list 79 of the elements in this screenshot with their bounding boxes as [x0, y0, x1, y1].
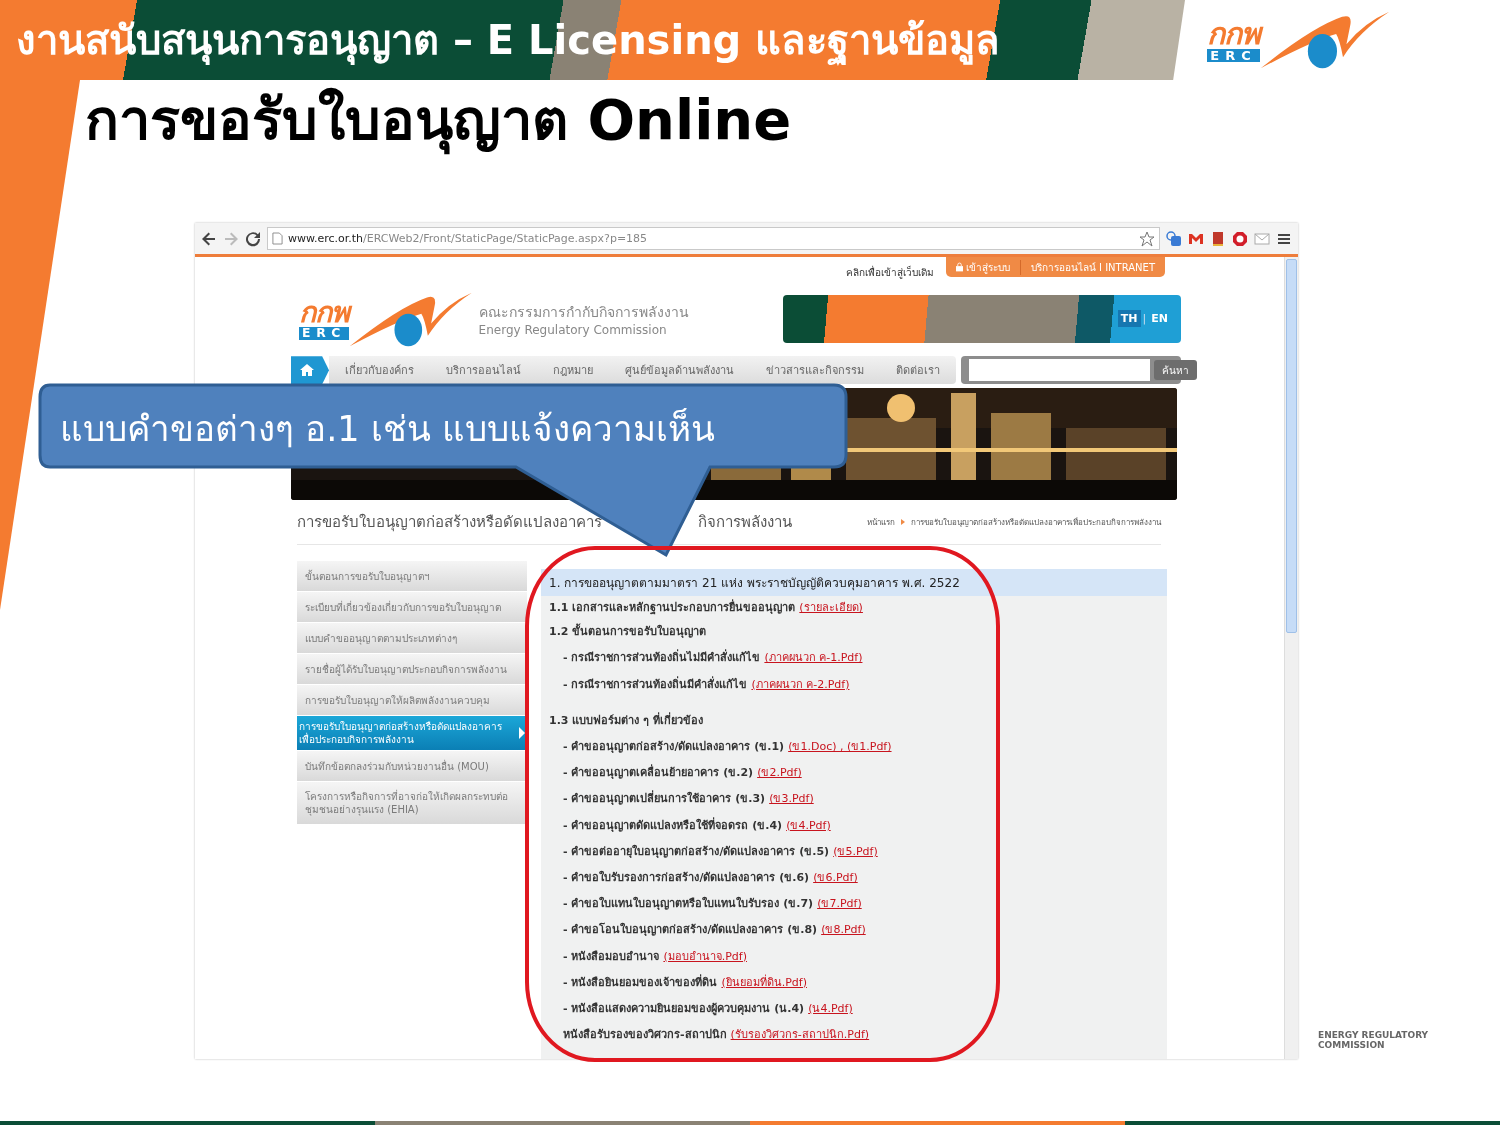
subheading: 1.1 เอกสารและหลักฐานประกอบการยื่นขออนุญาต [549, 598, 796, 617]
form-item-text: - หนังสือยินยอมของเจ้าของที่ดิน [563, 973, 718, 991]
nav-item[interactable]: กฎหมาย [537, 361, 609, 380]
form-item-text: - คำขออนุญาตดัดแปลงหรือใช้ที่จอดรถ (ข.4) [563, 816, 783, 834]
search-button[interactable]: ค้นหา [1154, 360, 1197, 381]
url-text: www.erc.or.th/ERCWeb2/Front/StaticPage/StaticPage.aspx?p=185 [288, 232, 648, 246]
download-link[interactable]: (ภาคผนวก ค-1.Pdf) [764, 648, 863, 667]
slide-title: การขอรับใบอนุญาต Online [85, 86, 792, 154]
section-header: 1. การขออนุญาตตามมาตรา 21 แห่ง พระราชบัญญัติควบคุมอาคาร พ.ศ. 2522 [541, 569, 1167, 597]
erc-logo: กกพ ERC [1207, 10, 1390, 70]
back-icon[interactable] [201, 230, 217, 247]
download-link[interactable]: (ข2.Pdf) [757, 763, 802, 782]
home-button[interactable] [291, 356, 329, 385]
form-item-text: - คำขอใบรับรองการก่อสร้าง/ดัดแปลงอาคาร (ข.6) [563, 869, 810, 886]
scroll-thumb[interactable] [1286, 259, 1297, 634]
language-option[interactable]: TH [1117, 310, 1141, 328]
form-item-text: - คำขออนุญาตเคลื่อนย้ายอาคาร (ข.2) [563, 763, 754, 782]
form-item-text: - คำขอโอนใบอนุญาตก่อสร้าง/ดัดแปลงอาคาร (ข.8) [563, 921, 818, 939]
nav-item[interactable]: ติดต่อเรา [880, 361, 956, 380]
language-option[interactable]: EN [1148, 310, 1171, 328]
download-link[interactable]: (ข4.Pdf) [786, 815, 831, 834]
form-item-text: - คำขอต่ออายุใบอนุญาตก่อสร้าง/ดัดแปลงอาคาร (ข.5) [563, 843, 830, 860]
side-menu-item[interactable]: โครงการหรือกิจการที่อาจก่อให้เกิดผลกระทบต่อชุมชนอย่างรุนแรง (EHIA) [297, 782, 527, 825]
stop-sign-icon[interactable] [1232, 230, 1248, 247]
side-menu-item[interactable]: บันทึกข้อตกลงร่วมกับหน่วยงานอื่น (MOU) [297, 751, 527, 782]
page-heading: กิจการพลังงาน [698, 512, 792, 534]
address-bar[interactable]: www.erc.or.th/ERCWeb2/Front/StaticPage/StaticPage.aspx?p=185 [267, 227, 1160, 251]
nav-item[interactable]: ศูนย์ข้อมูลด้านพลังงาน [609, 361, 750, 380]
breadcrumb-link[interactable]: การขอรับใบอนุญาตก่อสร้างหรือดัดแปลงอาคารเพื่อประกอบกิจการพลังงาน [911, 515, 1161, 529]
side-menu-item[interactable]: ขั้นตอนการขอรับใบอนุญาตฯ [297, 561, 527, 592]
side-menu-item[interactable]: แบบคำขออนุญาตตามประเภทต่างๆ [297, 623, 527, 654]
arrow-icon [519, 727, 525, 740]
download-link[interactable]: (ข7.Pdf) [817, 894, 862, 913]
download-link[interactable]: (ภาคผนวก ค-2.Pdf) [751, 674, 850, 693]
form-item-text: - คำขออนุญาตเปลี่ยนการใช้อาคาร (ข.3) [563, 789, 766, 808]
breadcrumb-separator-icon [901, 519, 905, 526]
download-link[interactable]: (ยินยอมที่ดิน.Pdf) [721, 972, 807, 991]
book-icon[interactable] [1210, 230, 1226, 247]
org-name-english: Energy Regulatory Commission [478, 323, 668, 338]
download-link[interactable]: (ข1.Doc) , (ข1.Pdf) [788, 737, 892, 756]
download-link[interactable]: (รายละเอียด) [799, 598, 863, 617]
form-item-text: - คำขออนุญาตก่อสร้าง/ดัดแปลงอาคาร (ข.1) [563, 739, 785, 756]
download-link[interactable]: (ข6.Pdf) [813, 867, 858, 886]
breadcrumb-link[interactable]: หน้าแรก [867, 515, 895, 529]
org-name: คณะกรรมการกำกับกิจการพลังงาน [478, 303, 689, 323]
form-item-text: - กรณีราชการส่วนท้องถิ่นมีคำสั่งแก้ไข [563, 675, 748, 693]
form-item-text: - หนังสือมอบอำนาจ [563, 948, 660, 965]
reload-icon[interactable] [245, 230, 261, 247]
download-link[interactable]: (ข5.Pdf) [833, 841, 878, 860]
download-link[interactable]: (รับรองวิศวกร-สถาปนิก.Pdf) [730, 1025, 870, 1044]
home-icon [300, 364, 314, 377]
download-link[interactable]: (มอบอำนาจ.Pdf) [663, 946, 747, 965]
nav-item[interactable]: ข่าวสารและกิจกรรม [750, 361, 880, 380]
page-icon [272, 232, 283, 246]
form-item-text: - คำขอใบแทนใบอนุญาตหรือใบแทนใบรับรอง (ข.7) [563, 895, 814, 913]
subheading: 1.3 แบบฟอร์มต่าง ๆ ที่เกี่ยวข้อง [549, 711, 703, 729]
download-link[interactable]: (ข3.Pdf) [769, 789, 814, 808]
side-menu-item[interactable]: การขอรับใบอนุญาตให้ผลิตพลังงานควบคุม [297, 685, 527, 716]
separator-text: | [1142, 312, 1147, 326]
download-link[interactable]: (ข8.Pdf) [821, 920, 866, 939]
form-item-text: หนังสือรับรองของวิศวกร-สถาปนิก [563, 1027, 727, 1044]
nav-item[interactable]: บริการออนไลน์ [430, 361, 537, 380]
side-menu-item[interactable]: ระเบียบที่เกี่ยวข้องเกี่ยวกับการขอรับใบอนุญาต [297, 592, 527, 623]
form-item-text: - กรณีราชการส่วนท้องถิ่นไม่มีคำสั่งแก้ไข [563, 648, 761, 667]
side-menu-item[interactable]: รายชื่อผู้ได้รับใบอนุญาตประกอบกิจการพลังงาน [297, 654, 527, 685]
form-item-text: - หนังสือแสดงความยินยอมของผู้ควบคุมงาน (น.4) [563, 1000, 805, 1017]
star-icon[interactable] [1139, 230, 1155, 247]
erc-logo: กกพ ERC [299, 290, 473, 348]
nav-item[interactable]: เกี่ยวกับองค์กร [329, 361, 430, 380]
subheading: 1.2 ขั้นตอนการขอรับใบอนุญาต [549, 622, 707, 641]
old-site-link[interactable]: คลิกเพื่อเข้าสู่เว็บเดิม [845, 265, 934, 281]
page-heading: การขอรับใบอนุญาตก่อสร้างหรือดัดแปลงอาคาร [297, 512, 602, 534]
side-menu-item[interactable]: การขอรับใบอนุญาตก่อสร้างหรือดัดแปลงอาคารเพื่อประกอบกิจการพลังงาน [297, 716, 527, 751]
search-field[interactable] [969, 359, 1150, 382]
translate-icon[interactable] [1166, 230, 1182, 247]
scrollbar[interactable] [1284, 257, 1298, 1060]
lock-icon [955, 262, 963, 273]
footer-text: ENERGY REGULATORY COMMISSION [1318, 1029, 1430, 1052]
download-link[interactable]: (น4.Pdf) [808, 998, 853, 1017]
